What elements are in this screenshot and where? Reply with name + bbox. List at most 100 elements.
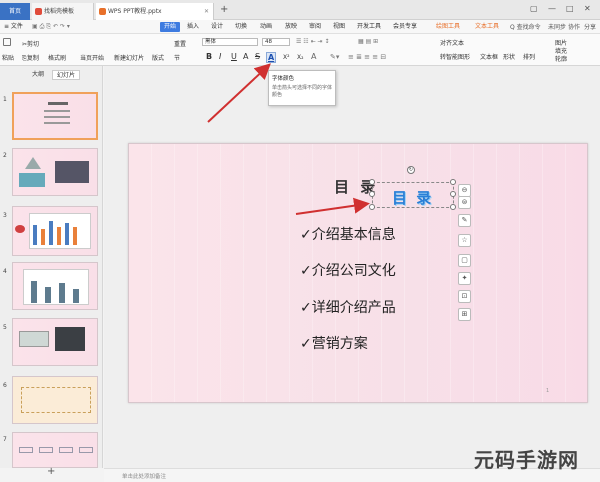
text-shadow-button[interactable]: A [243, 52, 248, 61]
text-box-button[interactable]: 文本框 [480, 52, 498, 61]
close-window-icon[interactable]: ✕ [584, 4, 591, 13]
align-text-button[interactable]: 对齐文本 [440, 38, 464, 47]
resize-handle[interactable] [450, 204, 456, 210]
docer-icon [35, 8, 42, 15]
convert-smartart-button[interactable]: 转智能图形 [440, 52, 470, 61]
slide-thumb-3[interactable] [12, 206, 98, 256]
effect-icon[interactable]: ✦ [458, 272, 471, 285]
outline-button[interactable]: 轮廓 [555, 54, 567, 63]
bullet-item[interactable]: ✓介绍基本信息 [300, 224, 396, 244]
share-button[interactable]: 分享 [584, 22, 596, 31]
layers-icon[interactable]: ⊜ [458, 196, 471, 209]
title-bar: 首页 找稻壳模板 WPS PPT教程.pptx ✕ + ▢ — □ ✕ [0, 0, 600, 20]
underline-button[interactable]: U [231, 52, 237, 61]
menu-start[interactable]: 开始 [160, 22, 181, 32]
font-color-button[interactable]: A [266, 52, 277, 63]
minimize-icon[interactable]: — [548, 4, 556, 13]
tab-document[interactable]: WPS PPT教程.pptx ✕ [96, 3, 214, 20]
reset-button[interactable]: 重置 [174, 39, 186, 48]
font-color-tooltip: 字体颜色 单击箭头可选择不同的字体颜色 [268, 70, 336, 106]
grid-icon[interactable]: ⊞ [458, 308, 471, 321]
window-layout-icon[interactable]: ▢ [530, 4, 538, 13]
align-icons[interactable]: ≡ ≣ ≡ ≡ ⊟ [348, 53, 386, 61]
resize-handle[interactable] [450, 179, 456, 185]
tab-template[interactable]: 找稻壳模板 [32, 3, 94, 20]
subscript-button[interactable]: X₂ [297, 54, 304, 61]
new-slide-button[interactable]: 新建幻灯片 [114, 53, 144, 62]
paste-label[interactable]: 粘贴 [2, 53, 14, 62]
thumb-box [79, 447, 93, 453]
star-icon[interactable]: ☆ [458, 234, 471, 247]
slide-thumb-5[interactable] [12, 318, 98, 366]
font-family-select[interactable]: 黑体 [202, 38, 258, 46]
slide-thumb-1[interactable] [12, 92, 98, 140]
crop-icon[interactable]: ⊡ [458, 290, 471, 303]
italic-button[interactable]: I [219, 52, 221, 61]
menu-slideshow[interactable]: 放映 [285, 22, 297, 32]
clear-format-button[interactable]: A [311, 52, 316, 61]
thumb-image [19, 173, 45, 187]
close-tab-icon[interactable]: ✕ [204, 3, 209, 20]
cut-button[interactable]: ✂剪切 [22, 39, 39, 48]
resize-handle[interactable] [369, 179, 375, 185]
slide-number: 1 [3, 96, 7, 103]
highlight-icon[interactable]: ✎▾ [330, 53, 339, 61]
arrange-button[interactable]: 排列 [523, 52, 535, 61]
superscript-button[interactable]: X² [283, 54, 290, 61]
watermark: 元码手游网 [474, 448, 579, 472]
menu-drawing-tools[interactable]: 绘图工具 [436, 22, 460, 32]
bullet-item[interactable]: ✓详细介绍产品 [300, 297, 396, 317]
from-current-button[interactable]: 当页开始 [80, 53, 104, 62]
menu-text-tools[interactable]: 文本工具 [475, 22, 499, 32]
bullet-item[interactable]: ✓介绍公司文化 [300, 260, 396, 280]
slide-number: 5 [3, 324, 7, 331]
search-command[interactable]: Q 查找命令 [510, 22, 541, 31]
thumb-line [44, 116, 70, 118]
menu-transition[interactable]: 切换 [235, 22, 247, 32]
file-menu[interactable]: ≡ 文件 [4, 22, 23, 32]
resize-handle[interactable] [369, 191, 375, 197]
resize-handle[interactable] [450, 191, 456, 197]
add-slide-button[interactable]: + [47, 466, 55, 477]
menu-review[interactable]: 审阅 [309, 22, 321, 32]
menu-view[interactable]: 视图 [333, 22, 345, 32]
menu-animation[interactable]: 动画 [260, 22, 272, 32]
strikethrough-button[interactable]: S [255, 52, 260, 61]
section-button[interactable]: 节 [174, 53, 180, 62]
new-tab-button[interactable]: + [220, 4, 228, 15]
slide-thumb-2[interactable] [12, 148, 98, 196]
thumb-bar [33, 225, 37, 245]
wordart-text[interactable]: 目 录 [392, 187, 433, 208]
format-painter-button[interactable]: 格式刷 [48, 53, 66, 62]
bold-button[interactable]: B [206, 52, 212, 61]
menu-devtools[interactable]: 开发工具 [357, 22, 381, 32]
resize-handle[interactable] [369, 204, 375, 210]
frame-icon[interactable]: ▢ [458, 254, 471, 267]
table-icons[interactable]: ▦ ▤ ⊞ [358, 38, 378, 45]
menu-insert[interactable]: 插入 [187, 22, 199, 32]
sync-status[interactable]: 未同步 [548, 22, 566, 31]
menu-member[interactable]: 会员专享 [393, 22, 417, 32]
maximize-icon[interactable]: □ [566, 4, 574, 13]
pen-icon[interactable]: ✎ [458, 214, 471, 227]
tab-outline[interactable]: 大纲 [28, 70, 48, 80]
paragraph-icons[interactable]: ☰ ☷ ⇤ ⇥ ↕ [296, 38, 329, 45]
font-size-select[interactable]: 48 [262, 38, 290, 46]
layout-button[interactable]: 版式 [152, 53, 164, 62]
copy-button[interactable]: ⎘复制 [22, 53, 39, 63]
thumb-bar [45, 287, 51, 303]
quick-access-icons[interactable]: ▣ ⎙ ⎘ ↶ ↷ ▾ [32, 22, 70, 32]
collab-button[interactable]: 协作 [568, 22, 580, 31]
slide-thumb-6[interactable] [12, 376, 98, 424]
tab-slides[interactable]: 幻灯片 [52, 70, 81, 80]
cut-label: 剪切 [27, 41, 40, 48]
slide-thumb-4[interactable] [12, 262, 98, 310]
rotate-handle-icon[interactable]: ↻ [407, 166, 415, 174]
menu-design[interactable]: 设计 [211, 22, 223, 32]
slide-thumb-7[interactable] [12, 432, 98, 468]
paste-button[interactable] [3, 38, 12, 46]
home-tab[interactable]: 首页 [0, 3, 30, 20]
bullet-item[interactable]: ✓营销方案 [300, 333, 368, 353]
shape-button[interactable]: 形状 [503, 52, 515, 61]
slide-number: 6 [3, 382, 7, 389]
